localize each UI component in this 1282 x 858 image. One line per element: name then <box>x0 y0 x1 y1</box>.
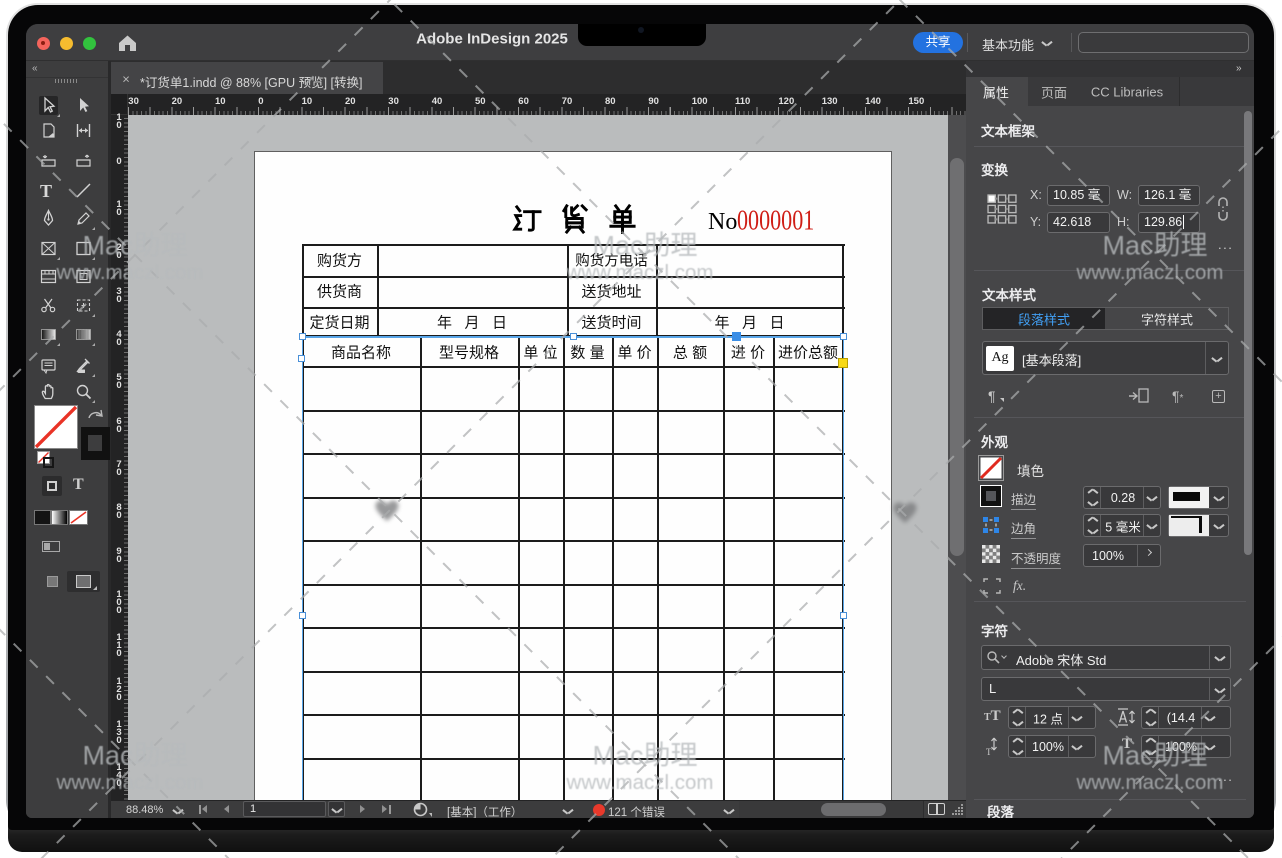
svg-text:T: T <box>986 747 992 756</box>
